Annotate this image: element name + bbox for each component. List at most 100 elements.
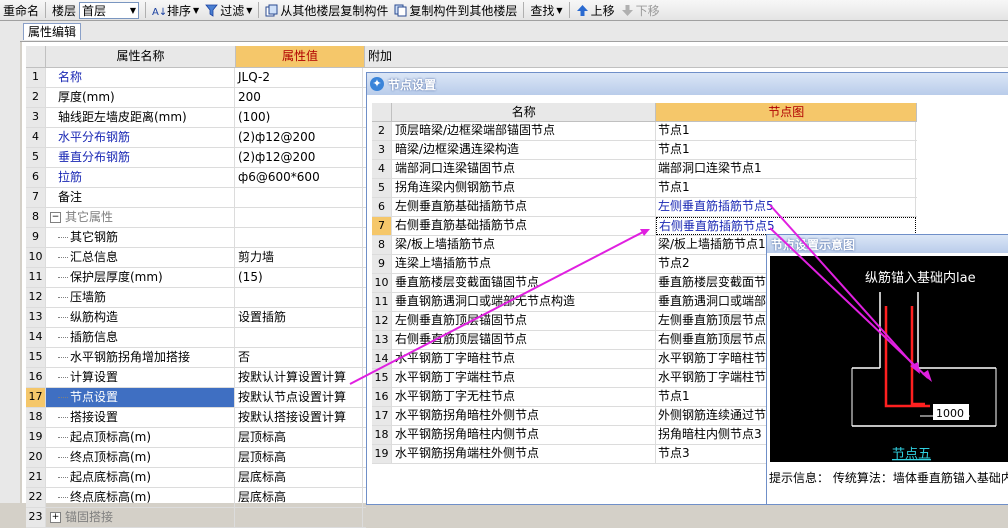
property-name-cell[interactable]: 计算设置 xyxy=(46,368,235,387)
property-value-cell[interactable]: 按默认计算设置计算 xyxy=(235,368,363,387)
property-name-cell[interactable]: 终点底标高(m) xyxy=(46,488,235,507)
dialog-titlebar[interactable]: ✦ 节点设置 xyxy=(367,73,1008,95)
property-row[interactable]: 15 水平钢筋拐角增加搭接 否 xyxy=(26,348,366,368)
tab-property-edit[interactable]: 属性编辑 xyxy=(23,23,82,40)
node-name-cell[interactable]: 水平钢筋拐角暗柱内侧节点 xyxy=(392,426,656,444)
property-row[interactable]: 5 垂直分布钢筋 (2)ф12@200 xyxy=(26,148,366,168)
property-row[interactable]: 21 起点底标高(m) 层底标高 xyxy=(26,468,366,488)
node-name-cell[interactable]: 水平钢筋拐角暗柱外侧节点 xyxy=(392,407,656,425)
property-name-cell[interactable]: − 其它属性 xyxy=(46,208,235,227)
property-value-cell[interactable]: 按默认节点设置计算 xyxy=(235,388,363,407)
node-row[interactable]: 6 左侧垂直筋基础插筋节点 左侧垂直筋插筋节点5 xyxy=(372,198,917,217)
node-name-cell[interactable]: 暗梁/边框梁遇连梁构造 xyxy=(392,141,656,159)
property-name-cell[interactable]: 纵筋构造 xyxy=(46,308,235,327)
property-row[interactable]: 7 备注 xyxy=(26,188,366,208)
property-row[interactable]: 23 + 锚固搭接 xyxy=(26,508,366,528)
property-name-cell[interactable]: 垂直分布钢筋 xyxy=(46,148,235,167)
node-value-cell[interactable]: 左侧垂直筋插筋节点5 xyxy=(656,198,916,216)
property-row[interactable]: 12 压墙筋 xyxy=(26,288,366,308)
move-up-button[interactable]: 上移 xyxy=(573,1,618,19)
property-row[interactable]: 17 节点设置 按默认节点设置计算 xyxy=(26,388,366,408)
property-name-cell[interactable]: 厚度(mm) xyxy=(46,88,235,107)
node-name-cell[interactable]: 拐角连梁内侧钢筋节点 xyxy=(392,179,656,197)
filter-button[interactable]: 过滤 ▼ xyxy=(202,1,255,19)
property-name-cell[interactable]: 搭接设置 xyxy=(46,408,235,427)
preview-titlebar[interactable]: 节点设置示意图 xyxy=(767,235,1008,253)
node-name-cell[interactable]: 水平钢筋丁字无柱节点 xyxy=(392,388,656,406)
property-name-cell[interactable]: 插筋信息 xyxy=(46,328,235,347)
rename-button[interactable]: 重命名 xyxy=(0,1,42,19)
property-name-cell[interactable]: 汇总信息 xyxy=(46,248,235,267)
property-name-cell[interactable]: 保护层厚度(mm) xyxy=(46,268,235,287)
property-value-cell[interactable] xyxy=(235,288,363,307)
property-value-cell[interactable]: 否 xyxy=(235,348,363,367)
node-name-cell[interactable]: 梁/板上墙插筋节点 xyxy=(392,236,656,254)
property-value-cell[interactable]: (15) xyxy=(235,268,363,287)
property-row[interactable]: 4 水平分布钢筋 (2)ф12@200 xyxy=(26,128,366,148)
property-row[interactable]: 3 轴线距左墙皮距离(mm) (100) xyxy=(26,108,366,128)
property-value-cell[interactable]: 设置插筋 xyxy=(235,308,363,327)
property-row[interactable]: 20 终点顶标高(m) 层顶标高 xyxy=(26,448,366,468)
property-value-cell[interactable]: 层底标高 xyxy=(235,488,363,507)
property-value-cell[interactable]: 按默认搭接设置计算 xyxy=(235,408,363,427)
property-row[interactable]: 14 插筋信息 xyxy=(26,328,366,348)
property-value-cell[interactable]: (100) xyxy=(235,108,363,127)
node-name-cell[interactable]: 垂直筋楼层变截面锚固节点 xyxy=(392,274,656,292)
property-name-cell[interactable]: 其它钢筋 xyxy=(46,228,235,247)
property-name-cell[interactable]: 水平钢筋拐角增加搭接 xyxy=(46,348,235,367)
property-value-cell[interactable]: 层底标高 xyxy=(235,468,363,487)
property-name-cell[interactable]: 起点顶标高(m) xyxy=(46,428,235,447)
property-value-cell[interactable]: 200 xyxy=(235,88,363,107)
copy-from-floor-button[interactable]: 从其他楼层复制构件 xyxy=(262,1,391,19)
property-row[interactable]: 9 其它钢筋 xyxy=(26,228,366,248)
collapse-icon[interactable]: − xyxy=(50,212,61,223)
property-value-cell[interactable] xyxy=(235,228,363,247)
property-value-cell[interactable]: 剪力墙 xyxy=(235,248,363,267)
property-name-cell[interactable]: 节点设置 xyxy=(46,388,235,407)
node-row[interactable]: 4 端部洞口连梁锚固节点 端部洞口连梁节点1 xyxy=(372,160,917,179)
copy-to-floor-button[interactable]: 复制构件到其他楼层 xyxy=(391,1,520,19)
property-name-cell[interactable]: 轴线距左墙皮距离(mm) xyxy=(46,108,235,127)
property-row[interactable]: 22 终点底标高(m) 层底标高 xyxy=(26,488,366,508)
node-name-cell[interactable]: 垂直钢筋遇洞口或端部无节点构造 xyxy=(392,293,656,311)
node-value-cell[interactable]: 节点1 xyxy=(656,179,916,197)
property-value-cell[interactable]: ф6@600*600 xyxy=(235,168,363,187)
move-down-button[interactable]: 下移 xyxy=(618,1,663,19)
property-value-cell[interactable]: (2)ф12@200 xyxy=(235,128,363,147)
property-row[interactable]: 10 汇总信息 剪力墙 xyxy=(26,248,366,268)
property-row[interactable]: 11 保护层厚度(mm) (15) xyxy=(26,268,366,288)
node-name-cell[interactable]: 水平钢筋丁字端柱节点 xyxy=(392,369,656,387)
property-value-cell[interactable]: 层顶标高 xyxy=(235,448,363,467)
property-name-cell[interactable]: 压墙筋 xyxy=(46,288,235,307)
property-row[interactable]: 13 纵筋构造 设置插筋 xyxy=(26,308,366,328)
node-name-cell[interactable]: 右侧垂直筋顶层锚固节点 xyxy=(392,331,656,349)
property-row[interactable]: 2 厚度(mm) 200 xyxy=(26,88,366,108)
node-name-cell[interactable]: 水平钢筋丁字暗柱节点 xyxy=(392,350,656,368)
property-name-cell[interactable]: 水平分布钢筋 xyxy=(46,128,235,147)
property-name-cell[interactable]: 备注 xyxy=(46,188,235,207)
property-row[interactable]: 18 搭接设置 按默认搭接设置计算 xyxy=(26,408,366,428)
property-name-cell[interactable]: 拉筋 xyxy=(46,168,235,187)
node-value-cell[interactable]: 节点1 xyxy=(656,141,916,159)
property-row[interactable]: 16 计算设置 按默认计算设置计算 xyxy=(26,368,366,388)
node-name-cell[interactable]: 顶层暗梁/边框梁端部锚固节点 xyxy=(392,122,656,140)
property-name-cell[interactable]: + 锚固搭接 xyxy=(46,508,235,527)
property-row[interactable]: 8− 其它属性 xyxy=(26,208,366,228)
property-row[interactable]: 1 名称 JLQ-2 xyxy=(26,68,366,88)
node-row[interactable]: 5 拐角连梁内侧钢筋节点 节点1 xyxy=(372,179,917,198)
property-row[interactable]: 6 拉筋 ф6@600*600 xyxy=(26,168,366,188)
node-name-cell[interactable]: 左侧垂直筋顶层锚固节点 xyxy=(392,312,656,330)
node-value-cell[interactable]: 右侧垂直筋插筋节点5 xyxy=(656,217,916,235)
property-value-cell[interactable]: JLQ-2 xyxy=(235,68,363,87)
expand-icon[interactable]: + xyxy=(50,512,61,523)
property-value-cell[interactable] xyxy=(235,328,363,347)
property-value-cell[interactable]: 层顶标高 xyxy=(235,428,363,447)
find-button[interactable]: 查找 ▼ xyxy=(527,1,565,19)
node-name-cell[interactable]: 左侧垂直筋基础插筋节点 xyxy=(392,198,656,216)
floor-select[interactable]: 首层 ▼ xyxy=(79,1,140,19)
property-row[interactable]: 19 起点顶标高(m) 层顶标高 xyxy=(26,428,366,448)
node-value-cell[interactable]: 节点1 xyxy=(656,122,916,140)
property-name-cell[interactable]: 名称 xyxy=(46,68,235,87)
node-name-cell[interactable]: 连梁上墙插筋节点 xyxy=(392,255,656,273)
property-name-cell[interactable]: 起点底标高(m) xyxy=(46,468,235,487)
